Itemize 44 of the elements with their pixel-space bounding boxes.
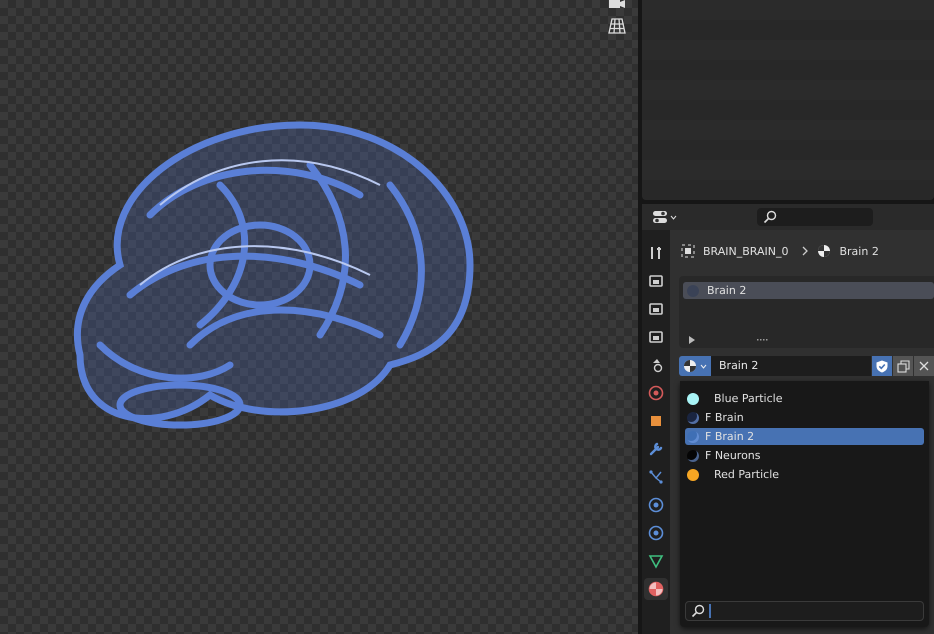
output-icon — [648, 301, 664, 317]
expand-icon[interactable] — [689, 336, 695, 344]
copy-icon — [896, 360, 910, 372]
search-field[interactable] — [685, 601, 924, 621]
grid-icon[interactable] — [608, 18, 626, 34]
material-icon — [683, 359, 697, 373]
object-icon — [648, 413, 664, 429]
chevron-icon — [802, 246, 810, 256]
caret-icon — [700, 364, 707, 368]
browse-material-button[interactable] — [679, 356, 711, 376]
render-icon — [648, 273, 664, 289]
view-layer-icon — [648, 329, 664, 345]
world-icon — [648, 385, 664, 401]
caret-icon — [670, 214, 677, 220]
data-icon — [648, 553, 664, 569]
material-menu-item[interactable]: Red Particle — [685, 466, 924, 483]
material-tab[interactable] — [644, 578, 668, 600]
close-button[interactable] — [914, 356, 934, 376]
object-name: BRAIN_BRAIN_0 — [703, 244, 788, 258]
search-icon — [691, 604, 705, 618]
constraints-icon — [648, 525, 664, 541]
search-icon — [763, 210, 777, 224]
material-icon — [817, 244, 832, 258]
close-icon — [919, 361, 929, 371]
resize-handle-icon[interactable] — [756, 338, 768, 342]
material-menu-item[interactable]: Blue Particle — [685, 390, 924, 407]
material-menu-item[interactable]: F Brain 2 — [685, 428, 924, 445]
shield-icon — [876, 360, 888, 372]
material-menu-item[interactable]: F Neurons — [685, 447, 924, 464]
modifier-icon — [648, 441, 664, 457]
material-name-field[interactable]: Brain 2 — [711, 356, 871, 376]
duplicate-button[interactable] — [893, 356, 913, 376]
material-icon — [648, 581, 664, 597]
search-field[interactable] — [757, 208, 873, 226]
tool-icon — [648, 245, 664, 261]
material-slot[interactable]: Brain 2 — [683, 282, 934, 299]
particles-icon — [648, 469, 664, 485]
material-menu-item[interactable]: F Brain — [685, 409, 924, 426]
camera-icon[interactable] — [608, 0, 626, 10]
material-name: Brain 2 — [839, 244, 879, 258]
physics-icon — [648, 497, 664, 513]
fake-user-button[interactable] — [872, 356, 892, 376]
object-icon — [681, 244, 695, 258]
toggle-icon — [652, 210, 668, 224]
